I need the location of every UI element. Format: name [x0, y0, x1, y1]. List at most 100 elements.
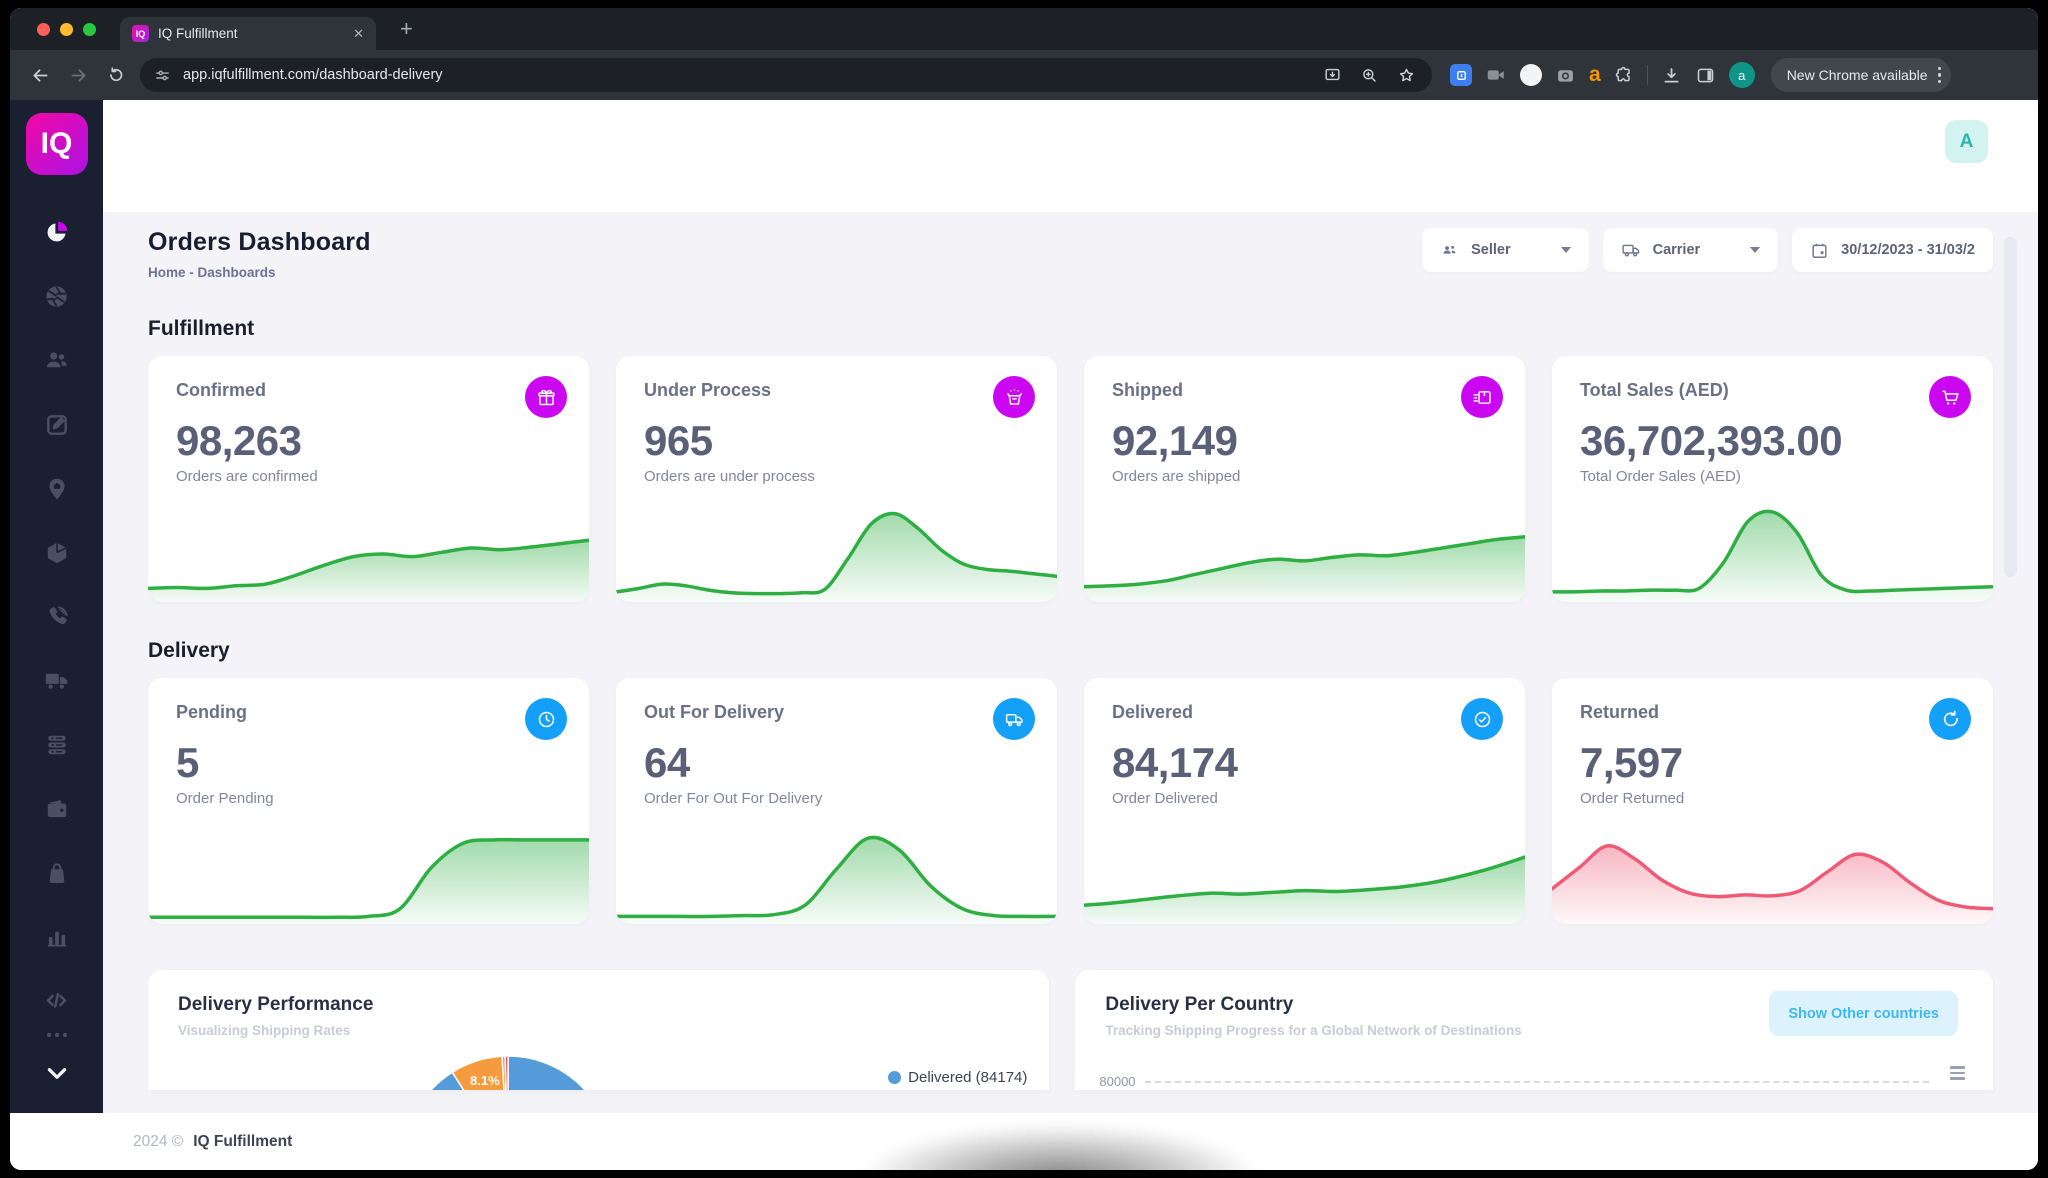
scrollbar-thumb[interactable] — [2004, 237, 2017, 577]
delivery-performance-subtitle: Visualizing Shipping Rates — [178, 1023, 351, 1038]
card-value: 5 — [176, 739, 199, 786]
shipping-box-icon — [1461, 376, 1503, 418]
url-text[interactable]: app.iqfulfillment.com/dashboard-delivery — [183, 67, 443, 83]
user-avatar[interactable]: A — [1945, 120, 1988, 163]
tab-close-icon[interactable]: ✕ — [353, 26, 364, 42]
page-title: Orders Dashboard — [148, 228, 371, 256]
ellipsis-icon[interactable] — [43, 1021, 70, 1048]
card-value: 84,174 — [1112, 739, 1238, 786]
stat-card-shipped: Shipped 92,149 Orders are shipped — [1084, 356, 1525, 602]
stat-card-returned: Returned 7,597 Order Returned — [1552, 678, 1993, 924]
chart-menu-icon[interactable] — [1949, 1066, 1965, 1080]
check-circle-icon — [1461, 698, 1503, 740]
update-chrome-button[interactable]: New Chrome available — [1770, 58, 1952, 92]
toolbar-divider — [1646, 65, 1648, 85]
gift-icon — [525, 376, 567, 418]
card-label: Out For Delivery — [644, 702, 785, 722]
maximize-window-button[interactable] — [83, 23, 96, 36]
card-caption: Order Returned — [1580, 790, 1685, 807]
tab-favicon: IQ — [132, 25, 149, 42]
breadcrumb[interactable]: Home - Dashboards — [148, 265, 371, 280]
date-range-filter[interactable]: 30/12/2023 - 31/03/2 — [1792, 228, 1993, 272]
sidebar-item-dashboard pie-chart-icon[interactable] — [43, 219, 70, 246]
browser-tab[interactable]: IQ IQ Fulfillment ✕ — [120, 17, 376, 50]
sidebar-item code-icon[interactable] — [43, 987, 70, 1014]
sidebar-item wallet-icon[interactable] — [43, 795, 70, 822]
forward-icon[interactable] — [68, 65, 89, 86]
sidebar-bottom — [43, 1021, 70, 1113]
app-footer: 2024 © IQ Fulfillment — [10, 1113, 2038, 1170]
section-title-delivery: Delivery — [148, 639, 230, 662]
extensions-puzzle-icon[interactable] — [1614, 65, 1634, 85]
total-sales-sparkline — [1552, 509, 1993, 602]
card-label: Under Process — [644, 380, 772, 400]
side-panel-icon[interactable] — [1695, 65, 1716, 86]
footer-brand[interactable]: IQ Fulfillment — [193, 1133, 292, 1151]
browser-toolbar: app.iqfulfillment.com/dashboard-delivery — [10, 50, 2038, 100]
seller-filter-label: Seller — [1471, 242, 1511, 258]
chevron-down-icon[interactable] — [43, 1060, 70, 1087]
download-icon[interactable] — [1661, 65, 1682, 86]
iq-logo[interactable]: IQ — [25, 113, 88, 175]
cart-icon — [1929, 376, 1971, 418]
sidebar-item phone-icon[interactable] — [43, 603, 70, 630]
camera-extension-icon[interactable] — [1555, 65, 1576, 86]
dashed-gridline — [1145, 1081, 1929, 1083]
pending-sparkline — [148, 837, 589, 924]
clock-icon — [525, 698, 567, 740]
delivery-cards: Pending 5 Order Pending Out For Delivery — [148, 678, 1993, 924]
amazon-extension-icon[interactable]: a — [1589, 64, 1601, 86]
new-tab-button[interactable]: + — [400, 16, 413, 42]
sidebar-nav — [43, 219, 70, 1014]
calendar-icon — [1810, 241, 1829, 260]
sidebar-item truck-icon[interactable] — [43, 667, 70, 694]
tab-title: IQ Fulfillment — [158, 26, 238, 41]
back-icon[interactable] — [30, 65, 51, 86]
screen: IQ IQ Fulfillment ✕ + app.iqfulfillment.… — [0, 0, 2048, 1178]
install-icon[interactable] — [1323, 66, 1342, 85]
show-other-countries-button[interactable]: Show Other countries — [1769, 991, 1958, 1036]
sidebar-item users-icon[interactable] — [43, 347, 70, 374]
carrier-filter[interactable]: Carrier — [1602, 228, 1779, 272]
card-caption: Orders are confirmed — [176, 468, 318, 485]
seller-filter[interactable]: Seller — [1422, 228, 1589, 272]
sidebar-item location-pin-icon[interactable] — [43, 475, 70, 502]
pie-legend[interactable]: Delivered (84174) — [888, 1069, 1027, 1086]
sidebar-item shopping-bag-icon[interactable] — [43, 859, 70, 886]
more-menu-icon[interactable] — [1937, 66, 1942, 84]
card-caption: Order For Out For Delivery — [644, 790, 823, 807]
returned-sparkline — [1552, 844, 1993, 924]
card-caption: Total Order Sales (AED) — [1580, 468, 1741, 485]
blank-extension-icon[interactable] — [1520, 64, 1542, 86]
sidebar-item edit-icon[interactable] — [43, 411, 70, 438]
url-bar[interactable]: app.iqfulfillment.com/dashboard-delivery — [140, 58, 1432, 92]
browser-window: IQ IQ Fulfillment ✕ + app.iqfulfillment.… — [10, 8, 2038, 1170]
sidebar-item server-icon[interactable] — [43, 731, 70, 758]
password-extension-icon[interactable] — [1450, 64, 1472, 86]
card-caption: Order Delivered — [1112, 790, 1218, 807]
card-caption: Orders are shipped — [1112, 468, 1241, 485]
date-range-value: 30/12/2023 - 31/03/2 — [1841, 242, 1975, 258]
close-window-button[interactable] — [37, 23, 50, 36]
window-controls — [37, 23, 96, 36]
site-info-icon[interactable] — [154, 67, 171, 84]
card-value: 965 — [644, 417, 713, 464]
reload-icon[interactable] — [106, 65, 126, 85]
card-value: 7,597 — [1580, 739, 1683, 786]
sidebar-item bar-chart-icon[interactable] — [43, 923, 70, 950]
bookmark-star-icon[interactable] — [1397, 66, 1416, 85]
zoom-icon[interactable] — [1360, 66, 1379, 85]
stat-card-total-sales: Total Sales (AED) 36,702,393.00 Total Or… — [1552, 356, 1993, 602]
pie-slice-label: 8.1% — [470, 1073, 500, 1088]
legend-label-delivered: Delivered (84174) — [908, 1069, 1028, 1086]
video-extension-icon[interactable] — [1485, 64, 1507, 86]
card-value: 98,263 — [176, 417, 302, 464]
chevron-down-icon — [1560, 247, 1571, 253]
sidebar-item aperture-icon[interactable] — [43, 283, 70, 310]
delivery-truck-icon — [993, 698, 1035, 740]
card-label: Pending — [176, 702, 247, 722]
profile-avatar[interactable]: a — [1728, 62, 1755, 88]
minimize-window-button[interactable] — [60, 23, 73, 36]
sidebar-item cube-icon[interactable] — [43, 539, 70, 566]
out-for-delivery-sparkline — [616, 835, 1057, 924]
